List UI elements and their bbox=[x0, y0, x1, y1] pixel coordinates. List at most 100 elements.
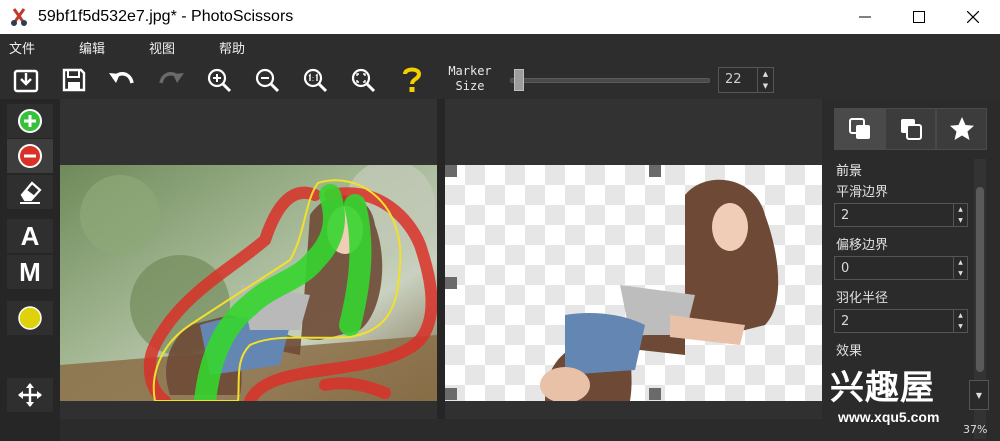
marker-size-value: 22 bbox=[725, 72, 742, 87]
maximize-button[interactable] bbox=[892, 0, 946, 34]
redo-icon bbox=[159, 72, 184, 84]
minimize-icon bbox=[859, 16, 871, 18]
offset-edge-spinbox[interactable]: 0 ▲ ▼ bbox=[834, 256, 968, 280]
smooth-edge-spin-buttons: ▲ ▼ bbox=[953, 204, 967, 226]
keep-marker-button[interactable] bbox=[7, 104, 53, 138]
menu-file[interactable]: 文件 bbox=[0, 38, 44, 57]
source-image-canvas[interactable] bbox=[60, 165, 437, 401]
offset-edge-label: 偏移边界 bbox=[836, 238, 889, 253]
smooth-edge-spinbox[interactable]: 2 ▲ ▼ bbox=[834, 203, 968, 227]
source-horizontal-scrollbar[interactable] bbox=[60, 400, 437, 418]
resize-handle-top-left[interactable] bbox=[445, 165, 457, 177]
yellow-circle-icon bbox=[18, 306, 42, 330]
window-controls bbox=[838, 0, 1000, 34]
close-icon bbox=[967, 11, 979, 23]
effect-dropdown-button[interactable]: ▼ bbox=[969, 380, 989, 410]
feather-radius-spinbox[interactable]: 2 ▲ ▼ bbox=[834, 309, 968, 333]
move-tool-button[interactable] bbox=[7, 378, 53, 412]
zoom-fit-button[interactable] bbox=[347, 65, 379, 95]
result-image-canvas[interactable] bbox=[445, 165, 822, 401]
spin-down-icon[interactable]: ▼ bbox=[954, 215, 967, 226]
minimize-button[interactable] bbox=[838, 0, 892, 34]
close-button[interactable] bbox=[946, 0, 1000, 34]
tab-effects[interactable] bbox=[936, 108, 987, 150]
offset-edge-value: 0 bbox=[841, 261, 850, 276]
zoom-out-icon bbox=[255, 68, 280, 93]
toolbar: Marker Size 22 ▲ ▼ bbox=[0, 61, 1000, 99]
undo-button[interactable] bbox=[106, 65, 138, 95]
tab-foreground[interactable] bbox=[834, 108, 885, 150]
result-horizontal-scrollbar[interactable] bbox=[445, 400, 822, 418]
green-plus-icon bbox=[18, 109, 42, 133]
color-picker-button[interactable] bbox=[7, 301, 53, 335]
spin-up-icon[interactable]: ▲ bbox=[954, 310, 967, 321]
auto-mode-letter: A bbox=[20, 220, 40, 251]
smooth-edge-value: 2 bbox=[841, 208, 850, 223]
red-minus-icon bbox=[18, 144, 42, 168]
zoom-1-to-1-icon bbox=[303, 68, 328, 93]
manual-mode-button[interactable]: M bbox=[7, 255, 53, 289]
zoom-fit-icon bbox=[351, 68, 376, 93]
spin-up-icon[interactable]: ▲ bbox=[954, 204, 967, 215]
left-tool-panel: A M bbox=[0, 99, 60, 441]
result-cutout-photo bbox=[540, 179, 779, 401]
menu-view[interactable]: 视图 bbox=[140, 38, 184, 57]
feather-radius-value: 2 bbox=[841, 314, 850, 329]
pane-divider[interactable] bbox=[437, 99, 445, 419]
marker-size-spinbox[interactable]: 22 ▲ ▼ bbox=[718, 67, 774, 93]
resize-handle-top-center[interactable] bbox=[649, 165, 661, 177]
remove-marker-button[interactable] bbox=[7, 139, 53, 173]
marker-size-slider-track[interactable] bbox=[510, 78, 710, 83]
spin-down-icon[interactable]: ▼ bbox=[954, 268, 967, 279]
tab-background[interactable] bbox=[885, 108, 936, 150]
foreground-layers-icon bbox=[848, 118, 870, 139]
resize-handle-bottom-center[interactable] bbox=[649, 388, 661, 400]
auto-mode-button[interactable]: A bbox=[7, 219, 53, 253]
offset-edge-spin-buttons: ▲ ▼ bbox=[953, 257, 967, 279]
watermark-url: www.xqu5.com bbox=[838, 409, 940, 425]
spin-down-icon[interactable]: ▼ bbox=[954, 321, 967, 332]
spin-up-icon[interactable]: ▲ bbox=[758, 68, 773, 80]
undo-icon bbox=[109, 72, 134, 84]
marker-size-slider-thumb[interactable] bbox=[513, 69, 524, 91]
resize-handle-middle-left[interactable] bbox=[445, 277, 457, 289]
star-icon bbox=[949, 117, 974, 140]
background-layers-icon bbox=[900, 119, 922, 140]
eraser-icon bbox=[20, 181, 42, 204]
foreground-section-title: 前景 bbox=[836, 164, 863, 179]
manual-mode-letter: M bbox=[19, 256, 41, 287]
menu-help[interactable]: 帮助 bbox=[210, 38, 254, 57]
open-download-icon bbox=[13, 69, 39, 93]
resize-handle-bottom-left[interactable] bbox=[445, 388, 457, 400]
menu-edit[interactable]: 编辑 bbox=[70, 38, 114, 57]
menu-bar: 文件 编辑 视图 帮助 bbox=[0, 34, 1000, 61]
maximize-icon bbox=[913, 11, 925, 23]
source-photo bbox=[60, 165, 437, 401]
title-bar: 59bf1f5d532e7.jpg* - PhotoScissors bbox=[0, 0, 1000, 34]
smooth-edge-label: 平滑边界 bbox=[836, 185, 889, 200]
save-icon bbox=[62, 68, 86, 92]
zoom-actual-size-button[interactable] bbox=[299, 65, 331, 95]
settings-scrollbar-thumb[interactable] bbox=[976, 187, 984, 372]
zoom-in-button[interactable] bbox=[203, 65, 235, 95]
redo-button[interactable] bbox=[155, 65, 187, 95]
zoom-out-button[interactable] bbox=[251, 65, 283, 95]
scissors-app-icon bbox=[10, 8, 28, 26]
help-button[interactable] bbox=[396, 65, 428, 95]
eraser-button[interactable] bbox=[7, 175, 53, 209]
marker-size-spin-buttons: ▲ ▼ bbox=[757, 68, 773, 92]
watermark-logo: 兴趣屋 bbox=[830, 368, 935, 408]
settings-tabs bbox=[834, 108, 988, 150]
save-button[interactable] bbox=[58, 65, 90, 95]
spin-up-icon[interactable]: ▲ bbox=[954, 257, 967, 268]
spin-down-icon[interactable]: ▼ bbox=[758, 80, 773, 92]
feather-radius-label: 羽化半径 bbox=[836, 291, 889, 306]
zoom-in-icon bbox=[207, 68, 232, 93]
zoom-level-indicator: 37% bbox=[963, 423, 988, 436]
move-arrows-icon bbox=[18, 383, 42, 407]
chevron-down-icon: ▼ bbox=[975, 390, 983, 400]
window-title: 59bf1f5d532e7.jpg* - PhotoScissors bbox=[38, 8, 294, 25]
feather-radius-spin-buttons: ▲ ▼ bbox=[953, 310, 967, 332]
open-button[interactable] bbox=[10, 65, 42, 95]
marker-size-label: Marker Size bbox=[448, 64, 492, 93]
